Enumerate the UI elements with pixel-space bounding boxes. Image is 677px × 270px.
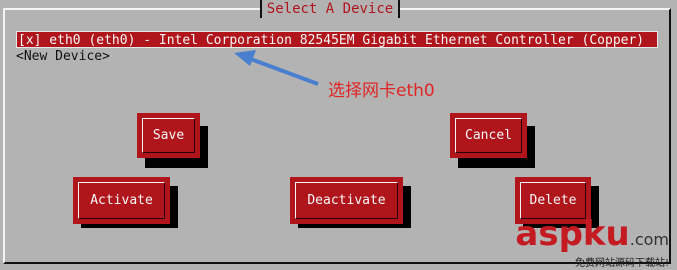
annotation-label: 选择网卡eth0 — [328, 81, 435, 101]
activate-button-label: Activate — [90, 193, 153, 208]
watermark-suffix: .com — [629, 230, 669, 249]
cancel-button-label: Cancel — [465, 128, 512, 143]
watermark-subtitle: 免费网站源码下载站! — [574, 258, 669, 269]
terminal-screen: { "dialog": { "title": "Select A Device"… — [0, 0, 677, 270]
watermark: aspku.com 免费网站源码下载站! — [515, 216, 669, 270]
delete-button-label: Delete — [529, 193, 577, 208]
watermark-brand-text: aspku — [515, 214, 630, 254]
deactivate-button-label: Deactivate — [307, 193, 386, 208]
annotation-arrow-line — [247, 56, 319, 86]
save-button-label: Save — [152, 128, 185, 143]
watermark-brand: aspku.com — [515, 216, 669, 258]
annotation-arrow-head — [234, 50, 256, 66]
